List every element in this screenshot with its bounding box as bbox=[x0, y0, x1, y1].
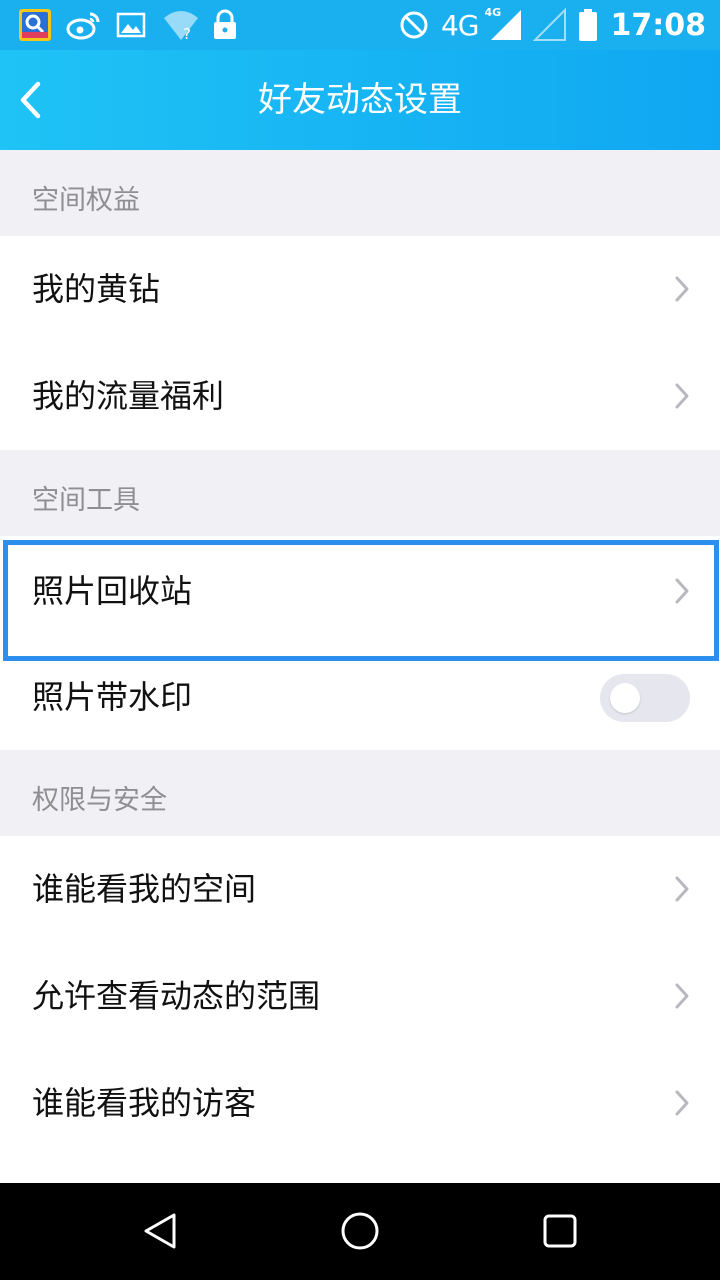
signal-icon: 4G bbox=[485, 6, 523, 42]
app-bar: 好友动态设置 bbox=[0, 50, 720, 150]
clock: 17:08 bbox=[610, 7, 707, 43]
chevron-right-icon bbox=[675, 578, 689, 604]
settings-item-who-can-see-my-visitors[interactable]: 谁能看我的访客 bbox=[0, 1050, 720, 1183]
section-header-space-tools: 空间工具 bbox=[0, 450, 720, 536]
settings-item-photo-watermark: 照片带水印 bbox=[0, 644, 720, 751]
battery-icon bbox=[577, 8, 601, 42]
settings-item-feed-visibility-range[interactable]: 允许查看动态的范围 bbox=[0, 943, 720, 1050]
navigation-bar bbox=[0, 1183, 720, 1280]
settings-item-label: 谁能看我的访客 bbox=[32, 1084, 257, 1122]
nav-recents-button[interactable] bbox=[530, 1201, 590, 1261]
chevron-right-icon bbox=[675, 276, 689, 302]
watermark-toggle[interactable] bbox=[600, 674, 690, 722]
nav-back-button[interactable] bbox=[130, 1201, 190, 1261]
weibo-icon bbox=[66, 8, 100, 42]
settings-item-label: 我的黄钻 bbox=[32, 270, 161, 308]
nav-home-button[interactable] bbox=[330, 1201, 390, 1261]
settings-item-label: 照片带水印 bbox=[32, 678, 193, 716]
section-title: 空间工具 bbox=[32, 485, 140, 516]
chevron-right-icon bbox=[675, 876, 689, 902]
section-header-space-benefits: 空间权益 bbox=[0, 150, 720, 236]
settings-item-my-data-benefits[interactable]: 我的流量福利 bbox=[0, 343, 720, 450]
gallery-icon bbox=[114, 8, 148, 42]
toggle-knob bbox=[610, 683, 640, 713]
chevron-right-icon bbox=[675, 1090, 689, 1116]
settings-item-my-yellow-diamond[interactable]: 我的黄钻 bbox=[0, 236, 720, 343]
network-type-small: 4G bbox=[484, 6, 502, 19]
lock-icon bbox=[210, 8, 244, 42]
do-not-disturb-icon bbox=[397, 8, 431, 42]
settings-item-label: 照片回收站 bbox=[32, 572, 193, 610]
chevron-right-icon bbox=[675, 383, 689, 409]
settings-item-label: 谁能看我的空间 bbox=[32, 870, 257, 908]
status-bar: ? 4G 4G 17:08 bbox=[0, 0, 720, 50]
section-title: 空间权益 bbox=[32, 185, 140, 216]
back-triangle-icon bbox=[144, 1213, 176, 1249]
section-header-permissions-security: 权限与安全 bbox=[0, 750, 720, 836]
section-title: 权限与安全 bbox=[32, 785, 167, 816]
settings-item-photo-recycle-bin[interactable]: 照片回收站 bbox=[0, 536, 720, 655]
settings-item-label: 我的流量福利 bbox=[32, 377, 225, 415]
home-circle-icon bbox=[341, 1212, 379, 1250]
wifi-unknown-icon: ? bbox=[162, 8, 198, 43]
chevron-right-icon bbox=[675, 983, 689, 1009]
recents-square-icon bbox=[543, 1214, 577, 1248]
svg-text:?: ? bbox=[183, 25, 191, 42]
page-title: 好友动态设置 bbox=[258, 80, 462, 120]
settings-item-label: 允许查看动态的范围 bbox=[32, 977, 321, 1015]
network-type: 4G bbox=[440, 8, 480, 42]
app-icon bbox=[18, 8, 52, 42]
settings-item-who-can-see-my-space[interactable]: 谁能看我的空间 bbox=[0, 836, 720, 943]
signal-empty-icon bbox=[532, 7, 567, 42]
